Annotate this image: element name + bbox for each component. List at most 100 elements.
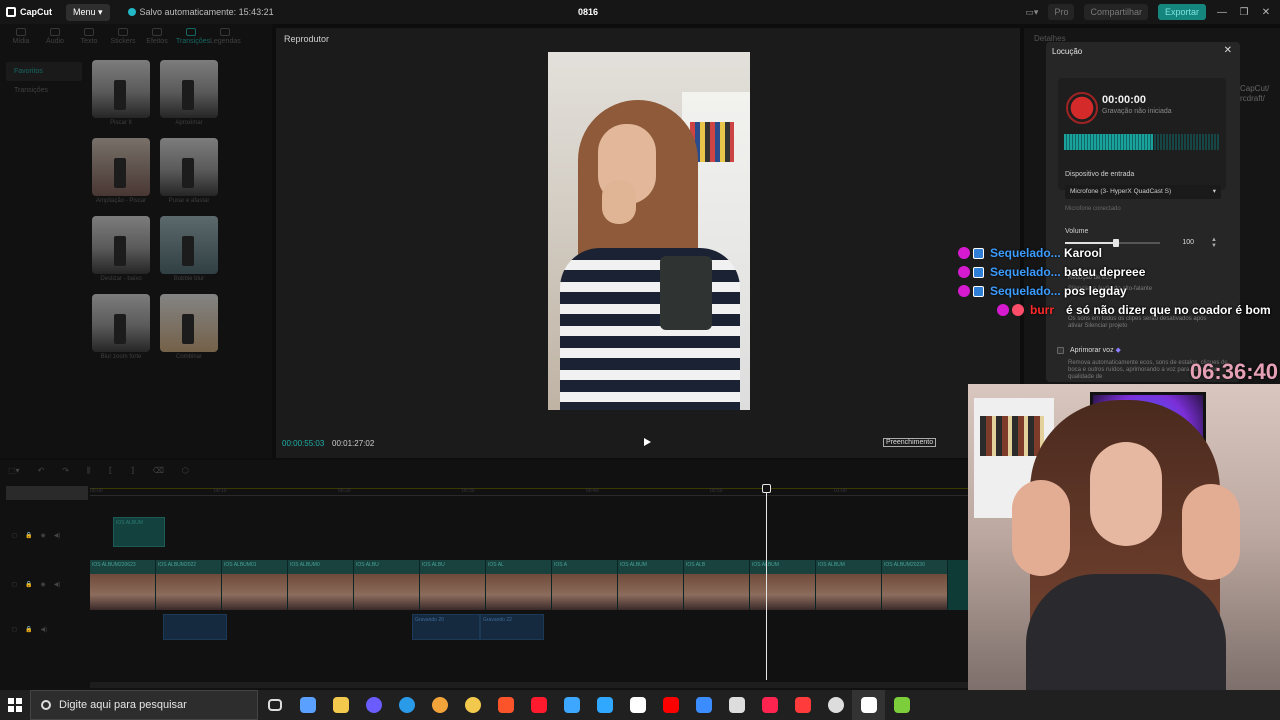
chrome-icon[interactable] bbox=[423, 690, 456, 720]
photoshop-icon[interactable] bbox=[588, 690, 621, 720]
youtube-icon[interactable] bbox=[654, 690, 687, 720]
side-item-favorites[interactable]: Favoritos bbox=[6, 62, 82, 81]
close-icon[interactable]: ✕ bbox=[1224, 45, 1232, 56]
lock-icon[interactable]: 🔒 bbox=[25, 532, 32, 539]
video-clip[interactable]: IOS ALBU bbox=[354, 560, 420, 610]
video-clip[interactable]: IOS ALBUM20230 bbox=[882, 560, 948, 610]
select-icon[interactable]: ⬚▾ bbox=[8, 466, 20, 476]
video-clip[interactable]: IOS ALBUM bbox=[816, 560, 882, 610]
pro-button[interactable]: Pro bbox=[1048, 4, 1075, 20]
capcut-icon[interactable] bbox=[621, 690, 654, 720]
video-clip[interactable]: IOS AL bbox=[486, 560, 552, 610]
capcut-active-icon[interactable] bbox=[852, 690, 885, 720]
record-button[interactable] bbox=[1066, 92, 1098, 124]
start-button[interactable] bbox=[0, 698, 30, 712]
app-icon[interactable] bbox=[555, 690, 588, 720]
video-clip[interactable]: IOS ALBUM2022 bbox=[156, 560, 222, 610]
tool-effects[interactable]: Efeitos bbox=[142, 28, 172, 45]
lock-icon[interactable]: 🔒 bbox=[25, 626, 32, 633]
opera-gx-icon[interactable] bbox=[753, 690, 786, 720]
transition-thumb[interactable]: Aproximar bbox=[160, 60, 218, 126]
timeline-scrollbar[interactable] bbox=[90, 682, 968, 688]
transition-thumb[interactable]: Ampliação - Piscar bbox=[92, 138, 150, 204]
chrome-canary-icon[interactable] bbox=[456, 690, 489, 720]
opera-icon[interactable] bbox=[522, 690, 555, 720]
audio-clip[interactable]: Gravando 22 bbox=[480, 614, 544, 640]
side-item-transitions[interactable]: Transições bbox=[6, 81, 82, 100]
minimize-icon[interactable]: — bbox=[1216, 7, 1228, 18]
eye-icon[interactable]: ◉ bbox=[40, 532, 45, 539]
audio-clip[interactable] bbox=[163, 614, 227, 640]
menu-button[interactable]: Menu ▾ bbox=[66, 3, 110, 21]
input-device-select[interactable]: Microfone (3- HyperX QuadCast S) ▾ bbox=[1065, 185, 1221, 199]
voicemod-icon[interactable] bbox=[786, 690, 819, 720]
volume-value[interactable]: 100 bbox=[1174, 239, 1194, 246]
layout-icon[interactable]: ▭▾ bbox=[1025, 7, 1038, 18]
video-clip[interactable]: IOS ALB bbox=[684, 560, 750, 610]
task-view-icon[interactable] bbox=[258, 690, 291, 720]
split-left-icon[interactable]: ⟦ bbox=[109, 466, 113, 476]
redo-icon[interactable]: ↷ bbox=[62, 466, 69, 476]
audio-icon[interactable]: ◀) bbox=[40, 626, 47, 633]
transition-thumb[interactable]: Combinar bbox=[160, 294, 218, 360]
cortana-icon[interactable] bbox=[357, 690, 390, 720]
video-clip[interactable]: IOS A bbox=[552, 560, 618, 610]
transition-thumb[interactable]: Puxar e afastar bbox=[160, 138, 218, 204]
brave-icon[interactable] bbox=[489, 690, 522, 720]
video-clip[interactable]: IOS ALBUM01 bbox=[222, 560, 288, 610]
audio-icon[interactable]: ◀) bbox=[54, 581, 61, 588]
video-clip[interactable]: IOS ALBUM bbox=[750, 560, 816, 610]
transition-thumb[interactable]: Blur zoom forte bbox=[92, 294, 150, 360]
copilot-icon[interactable] bbox=[291, 690, 324, 720]
video-preview[interactable] bbox=[548, 52, 750, 410]
tool-text[interactable]: Texto bbox=[74, 28, 104, 45]
notepad-icon[interactable] bbox=[720, 690, 753, 720]
track-toggle-icon[interactable]: ◻ bbox=[12, 581, 17, 588]
split-right-icon[interactable]: ⟧ bbox=[131, 466, 135, 476]
transition-thumb[interactable]: Piscar II bbox=[92, 60, 150, 126]
video-clip[interactable]: IOS ALBUM bbox=[618, 560, 684, 610]
export-button[interactable]: Exportar bbox=[1157, 4, 1206, 20]
store-icon[interactable] bbox=[687, 690, 720, 720]
audio-icon[interactable]: ◀) bbox=[54, 532, 61, 539]
obs-icon[interactable] bbox=[819, 690, 852, 720]
video-clip[interactable]: IOS ALBU bbox=[420, 560, 486, 610]
main-video-track[interactable]: IOS ALBUM220623 IOS ALBUM2022 IOS ALBUM0… bbox=[90, 560, 968, 610]
edge-icon[interactable] bbox=[390, 690, 423, 720]
volume-stepper[interactable]: ▲ ▼ bbox=[1211, 237, 1217, 249]
share-button[interactable]: Compartilhar bbox=[1084, 4, 1148, 20]
volume-slider[interactable] bbox=[1065, 239, 1160, 247]
taskbar-search[interactable]: Digite aqui para pesquisar bbox=[30, 690, 258, 720]
tool-media[interactable]: Mídia bbox=[6, 28, 36, 45]
enhance-voice-checkbox[interactable] bbox=[1057, 347, 1064, 354]
fill-mode-button[interactable]: Preenchimento bbox=[883, 438, 937, 447]
eye-icon[interactable]: ◉ bbox=[40, 581, 45, 588]
marker-icon[interactable]: ⬡ bbox=[182, 466, 189, 476]
overlay-clip[interactable]: IOS ALBUM bbox=[113, 517, 165, 547]
video-clip[interactable]: IOS ALBUM220623 bbox=[90, 560, 156, 610]
lock-icon[interactable]: 🔒 bbox=[25, 581, 32, 588]
playhead-handle[interactable] bbox=[762, 484, 771, 493]
audio-clip[interactable]: Gravando 20 bbox=[412, 614, 480, 640]
tool-stickers[interactable]: Stickers bbox=[108, 28, 138, 45]
tool-audio[interactable]: Áudio bbox=[40, 28, 70, 45]
delete-icon[interactable]: ⌫ bbox=[153, 466, 164, 476]
track-toggle-icon[interactable]: ◻ bbox=[12, 626, 17, 633]
tool-transitions[interactable]: Transições bbox=[176, 28, 210, 45]
split-icon[interactable]: ⫼ bbox=[87, 466, 91, 476]
winamp-icon[interactable] bbox=[885, 690, 918, 720]
file-explorer-icon[interactable] bbox=[324, 690, 357, 720]
video-clip[interactable]: IOS ALBUM0 bbox=[288, 560, 354, 610]
track-toggle-icon[interactable]: ◻ bbox=[12, 532, 17, 539]
undo-icon[interactable]: ↶ bbox=[38, 466, 45, 476]
tool-captions[interactable]: Legendas bbox=[210, 28, 241, 45]
play-icon[interactable] bbox=[644, 438, 651, 446]
player-title: Reprodutor bbox=[284, 34, 330, 44]
transition-thumb[interactable]: Bobble blur bbox=[160, 216, 218, 282]
transition-thumb[interactable]: Deslizar - baixo bbox=[92, 216, 150, 282]
volume-handle[interactable] bbox=[1112, 239, 1119, 247]
time-ruler[interactable]: 00:00 00:10 00:20 00:30 00:40 00:50 01:0… bbox=[90, 488, 968, 496]
playhead[interactable] bbox=[766, 484, 767, 680]
close-window-icon[interactable]: ✕ bbox=[1260, 7, 1272, 18]
maximize-icon[interactable]: ❐ bbox=[1238, 7, 1250, 18]
